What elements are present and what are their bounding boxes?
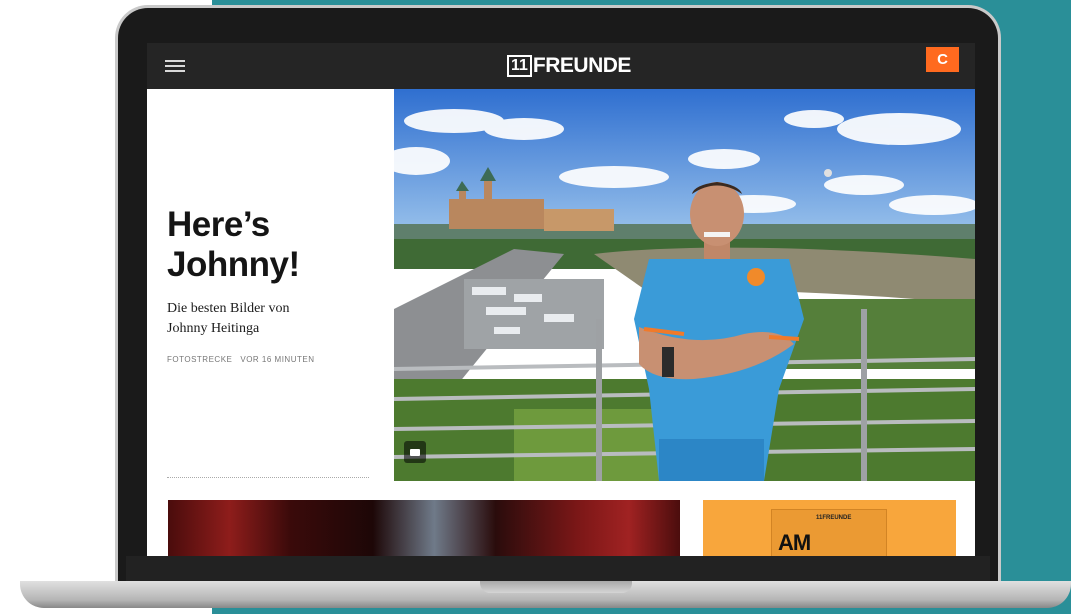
hero-photo[interactable]: [394, 89, 975, 481]
magazine-title: AM: [778, 530, 811, 555]
hero-subline: Die besten Bilder von Johnny Heitinga: [167, 299, 367, 339]
laptop-notch: [480, 581, 632, 593]
article-meta: FOTOSTRECKE VOR 16 MINUTEN: [167, 355, 314, 364]
headline-line-2: Johnny!: [167, 245, 300, 284]
teaser-magazine[interactable]: 11FREUNDE AM: [703, 500, 956, 556]
gallery-icon[interactable]: [404, 441, 426, 463]
hero-text-panel: Here’s Johnny! Die besten Bilder von Joh…: [147, 89, 394, 481]
magazine-brand: 11FREUNDE: [816, 515, 852, 521]
site-logo[interactable]: 11 FREUNDE: [507, 51, 631, 81]
browser-screen: 11 FREUNDE C Here’s Johnny! Die besten B…: [147, 43, 975, 556]
timestamp: VOR 16 MINUTEN: [240, 355, 315, 364]
category-label[interactable]: FOTOSTRECKE: [167, 355, 232, 364]
headline-line-1: Here’s: [167, 205, 270, 244]
magazine-cover: 11FREUNDE AM: [771, 509, 887, 556]
subline-line-2: Johnny Heitinga: [167, 321, 260, 336]
c-badge-button[interactable]: C: [926, 47, 959, 72]
logo-word: FREUNDE: [532, 54, 632, 77]
section-divider: [167, 477, 369, 478]
subline-line-1: Die besten Bilder von: [167, 301, 290, 316]
hero-headline[interactable]: Here’s Johnny!: [167, 205, 387, 285]
site-header: 11 FREUNDE C: [147, 43, 975, 89]
teaser-image-left[interactable]: [168, 500, 680, 556]
logo-number: 11: [507, 55, 532, 77]
hero-photo-illustration: [394, 89, 975, 481]
hamburger-menu-icon[interactable]: [165, 58, 185, 74]
